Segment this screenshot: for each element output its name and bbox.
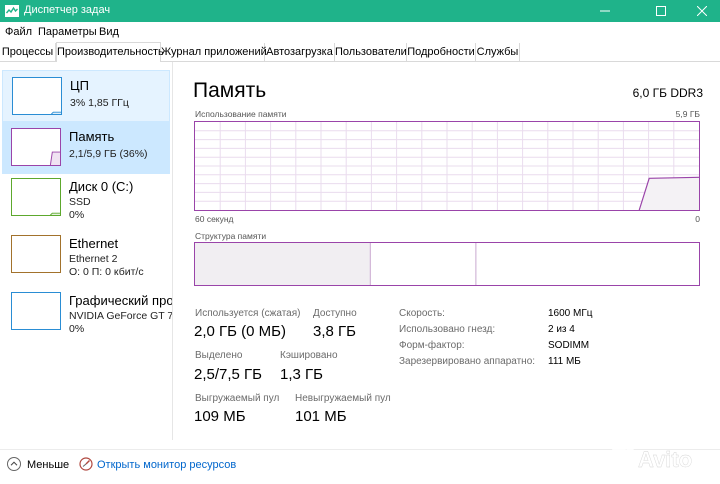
chevron-up-icon[interactable] [7,457,21,471]
speed-label: Скорость: [399,308,445,319]
cached-value: 1,3 ГБ [280,366,323,383]
cached-label: Кэшировано [280,350,338,361]
menu-view[interactable]: Вид [99,26,119,38]
form-factor-label: Форм-фактор: [399,340,465,351]
minimize-button[interactable] [582,0,628,22]
ethernet-thumbnail-graph [11,235,61,273]
memory-thumbnail-graph [11,128,61,166]
resource-detail: Ethernet 2 [69,253,118,265]
memory-composition-bar [194,242,700,286]
paged-pool-label: Выгружаемый пул [195,393,280,404]
resource-detail: О: 0 П: 0 кбит/с [69,266,144,278]
resource-name: Диск 0 (C:) [69,179,134,194]
avito-watermark-logo: Avito [612,444,692,472]
maximize-icon [656,6,666,16]
resource-name: ЦП [70,78,89,93]
svg-text:Avito: Avito [638,447,692,472]
fewer-details-button[interactable]: Меньше [27,459,69,471]
graph-max-label: 5,9 ГБ [675,109,700,119]
slots-label: Использовано гнезд: [399,324,496,335]
disk-thumbnail-graph [11,178,61,216]
title-bar: Диспетчер задач [0,0,720,22]
memory-total: 6,0 ГБ DDR3 [632,86,703,100]
resource-name: Графический процессор [69,293,173,308]
slots-value: 2 из 4 [548,324,575,335]
menu-file[interactable]: Файл [5,26,32,38]
resource-memory[interactable]: Память 2,1/5,9 ГБ (36%) [2,122,170,174]
tab-bar: Процессы Производительность Журнал прило… [0,41,720,63]
gpu-thumbnail-graph [11,292,61,330]
in-use-value: 2,0 ГБ (0 МБ) [194,323,286,340]
nonpaged-pool-label: Невыгружаемый пул [295,393,391,404]
graph-zero-label: 0 [695,214,700,224]
composition-label: Структура памяти [195,231,267,241]
resource-list: ЦП 3% 1,85 ГГц Память 2,1/5,9 ГБ (36%) Д… [0,62,173,440]
open-resource-monitor-link[interactable]: Открыть монитор ресурсов [97,459,236,471]
committed-value: 2,5/7,5 ГБ [194,366,263,383]
minimize-icon [600,10,610,12]
menu-bar: Файл Параметры Вид [0,22,720,41]
cpu-thumbnail-graph [12,77,62,115]
resource-detail: 0% [69,209,85,221]
hardware-reserved-label: Зарезервировано аппаратно: [399,356,536,367]
in-use-segment [195,243,371,285]
maximize-button[interactable] [638,0,684,22]
close-button[interactable] [684,0,720,22]
tab-app-history[interactable]: Журнал приложений [161,43,267,62]
resource-name: Ethernet [69,236,119,251]
resource-detail: 0% [69,323,85,335]
hardware-reserved-value: 111 МБ [548,356,581,367]
resource-detail: 2,1/5,9 ГБ (36%) [69,148,148,160]
tab-users[interactable]: Пользователи [335,43,407,62]
memory-usage-graph [194,121,700,211]
resource-name: Память [69,129,115,144]
paged-pool-value: 109 МБ [194,408,246,425]
in-use-label: Используется (сжатая) [195,308,301,319]
resource-detail: NVIDIA GeForce GT 730 [69,310,173,322]
tab-performance[interactable]: Производительность [56,42,164,63]
available-value: 3,8 ГБ [313,323,356,340]
page-title: Память [193,79,267,102]
tab-services[interactable]: Службы [476,43,520,62]
memory-panel: Память 6,0 ГБ DDR3 Использование памяти … [174,62,720,440]
menu-options[interactable]: Параметры [38,26,97,38]
task-manager-icon [5,5,19,17]
committed-label: Выделено [195,350,243,361]
tab-details[interactable]: Подробности [407,43,476,62]
resource-gpu[interactable]: Графический процессор NVIDIA GeForce GT … [2,286,173,338]
tab-startup[interactable]: Автозагрузка [265,43,335,62]
resource-disk[interactable]: Диск 0 (C:) SSD 0% [2,172,170,224]
resource-detail: 3% 1,85 ГГц [70,97,129,109]
available-label: Доступно [313,308,357,319]
resource-cpu[interactable]: ЦП 3% 1,85 ГГц [2,70,170,122]
graph-time-label: 60 секунд [195,214,234,224]
graph-label: Использование памяти [195,109,287,119]
form-factor-value: SODIMM [548,340,590,351]
nonpaged-pool-value: 101 МБ [295,408,347,425]
window-title: Диспетчер задач [24,4,111,16]
speed-value: 1600 МГц [548,308,593,319]
resource-detail: SSD [69,196,91,208]
tab-processes[interactable]: Процессы [0,43,56,62]
resource-monitor-icon [79,457,93,471]
resource-ethernet[interactable]: Ethernet Ethernet 2 О: 0 П: 0 кбит/с [2,229,170,281]
close-icon [697,6,707,16]
